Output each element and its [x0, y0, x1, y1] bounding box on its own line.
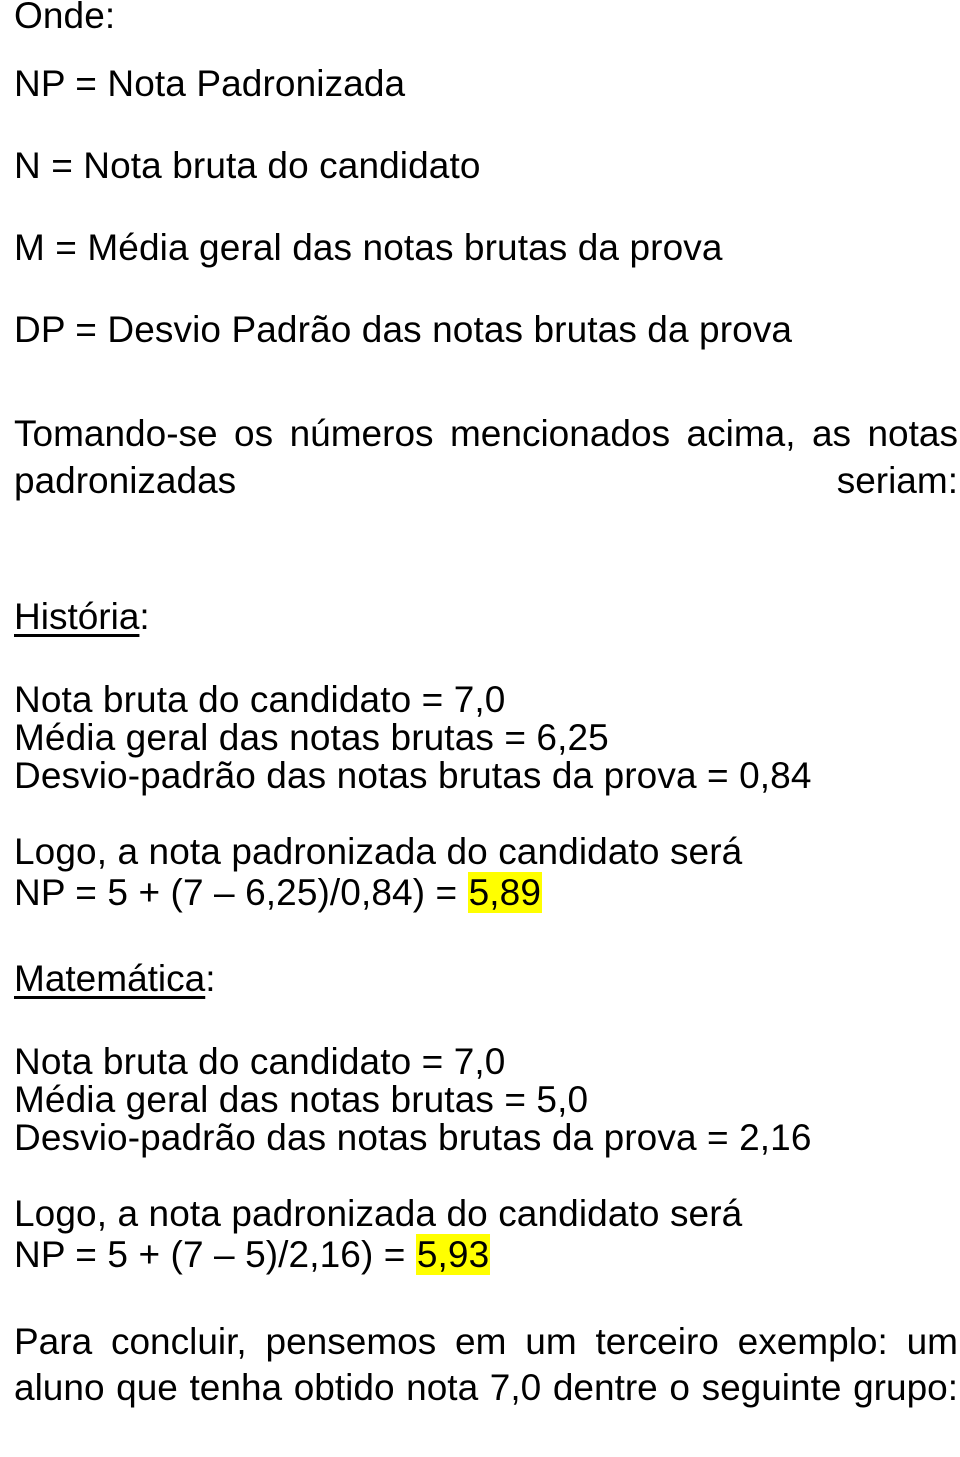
section-heading-matematica-colon: :: [205, 958, 216, 999]
result-block-historia: Logo, a nota padronizada do candidato se…: [14, 831, 954, 913]
final-paragraph: Para concluir, pensemos em um terceiro e…: [14, 1319, 958, 1457]
section-heading-historia-colon: :: [139, 596, 150, 637]
document-page: Onde: NP = Nota Padronizada N = Nota bru…: [0, 0, 960, 1408]
data-block-historia: Nota bruta do candidato = 7,0 Média gera…: [14, 681, 954, 795]
final-paragraph-text: Para concluir, pensemos em um terceiro e…: [14, 1321, 958, 1408]
historia-media-geral: Média geral das notas brutas = 6,25: [14, 717, 609, 758]
intro-paragraph-text: Tomando-se os números mencionados acima,…: [14, 413, 958, 501]
definition-m: M = Média geral das notas brutas da prov…: [14, 227, 723, 268]
data-block-matematica: Nota bruta do candidato = 7,0 Média gera…: [14, 1043, 954, 1157]
section-heading-matematica-label: Matemática: [14, 958, 206, 999]
definition-list: NP = Nota Padronizada N = Nota bruta do …: [14, 62, 954, 352]
matematica-media-geral: Média geral das notas brutas = 5,0: [14, 1079, 589, 1120]
matematica-formula: NP = 5 + (7 – 5)/2,16) = 5,93: [14, 1234, 954, 1275]
intro-paragraph: Tomando-se os números mencionados acima,…: [14, 410, 958, 551]
matematica-conclusion-label: Logo, a nota padronizada do candidato se…: [14, 1193, 743, 1234]
section-heading-matematica: Matemática:: [14, 957, 954, 1001]
result-block-matematica: Logo, a nota padronizada do candidato se…: [14, 1193, 954, 1275]
matematica-result-highlight: 5,93: [415, 1234, 491, 1275]
historia-nota-bruta: Nota bruta do candidato = 7,0: [14, 679, 506, 720]
historia-formula: NP = 5 + (7 – 6,25)/0,84) = 5,89: [14, 872, 954, 913]
matematica-nota-bruta: Nota bruta do candidato = 7,0: [14, 1041, 506, 1082]
onde-heading: Onde:: [14, 0, 116, 36]
matematica-desvio-padrao: Desvio-padrão das notas brutas da prova …: [14, 1117, 812, 1158]
definition-n: N = Nota bruta do candidato: [14, 145, 481, 186]
definition-dp: DP = Desvio Padrão das notas brutas da p…: [14, 309, 793, 350]
definition-np: NP = Nota Padronizada: [14, 63, 406, 104]
section-heading-historia-label: História: [14, 596, 140, 637]
historia-result-highlight: 5,89: [467, 872, 543, 913]
historia-desvio-padrao: Desvio-padrão das notas brutas da prova …: [14, 755, 812, 796]
historia-conclusion-label: Logo, a nota padronizada do candidato se…: [14, 831, 743, 872]
section-heading-historia: História:: [14, 595, 954, 639]
historia-formula-expression: NP = 5 + (7 – 6,25)/0,84) =: [14, 872, 468, 913]
matematica-formula-expression: NP = 5 + (7 – 5)/2,16) =: [14, 1234, 416, 1275]
